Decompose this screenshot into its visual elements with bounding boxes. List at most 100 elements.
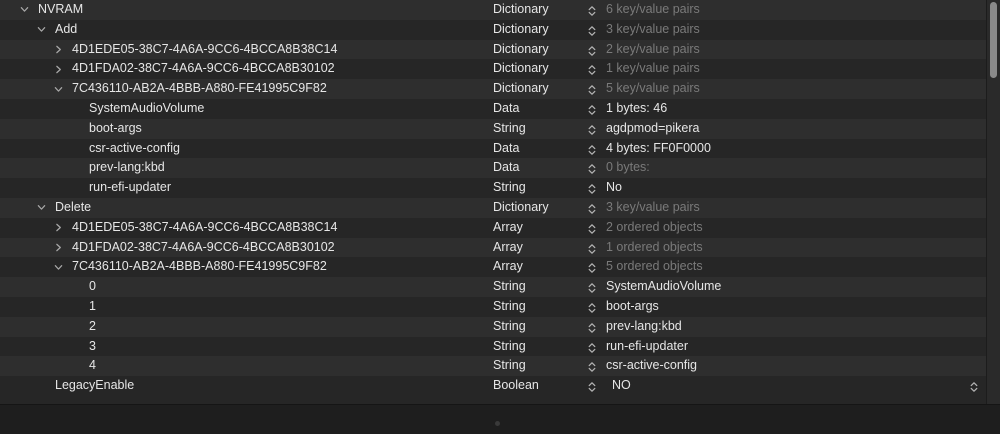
row-type[interactable]: Dictionary [493, 59, 549, 79]
row-key[interactable]: Add [55, 20, 77, 40]
chevron-right-icon[interactable] [52, 59, 64, 79]
row-key[interactable]: Delete [55, 198, 91, 218]
row-type[interactable]: Dictionary [493, 198, 549, 218]
plist-row[interactable]: SystemAudioVolume Data 1 bytes: 46 [0, 99, 986, 119]
plist-row[interactable]: csr-active-config Data 4 bytes: FF0F0000 [0, 139, 986, 159]
plist-row[interactable]: 3 String run-efi-updater [0, 337, 986, 357]
row-key[interactable]: 4D1EDE05-38C7-4A6A-9CC6-4BCCA8B38C14 [72, 40, 337, 60]
row-key[interactable]: SystemAudioVolume [89, 99, 204, 119]
row-type[interactable]: String [493, 119, 526, 139]
row-type[interactable]: Dictionary [493, 20, 549, 40]
type-stepper-icon[interactable] [588, 103, 596, 115]
plist-row[interactable]: 7C436110-AB2A-4BBB-A880-FE41995C9F82 Arra… [0, 257, 986, 277]
row-type[interactable]: Dictionary [493, 0, 549, 20]
type-stepper-icon[interactable] [588, 321, 596, 333]
plist-row[interactable]: 4D1EDE05-38C7-4A6A-9CC6-4BCCA8B38C14 Dict… [0, 39, 986, 60]
type-stepper-icon[interactable] [588, 24, 596, 36]
type-stepper-icon[interactable] [588, 242, 596, 254]
type-stepper-icon[interactable] [588, 63, 596, 76]
row-value[interactable]: 1 bytes: 46 [606, 99, 667, 119]
type-stepper-icon[interactable] [588, 301, 596, 313]
plist-row[interactable]: LegacyEnable Boolean NO [0, 376, 986, 396]
chevron-right-icon[interactable] [52, 40, 64, 60]
type-stepper-icon[interactable] [588, 360, 596, 373]
row-value[interactable]: prev-lang:kbd [606, 317, 682, 337]
row-type[interactable]: String [493, 297, 526, 317]
row-key[interactable]: 4D1FDA02-38C7-4A6A-9CC6-4BCCA8B30102 [72, 238, 335, 258]
chevron-down-icon[interactable] [35, 198, 47, 218]
chevron-down-icon[interactable] [52, 79, 64, 99]
plist-row[interactable]: 1 String boot-args [0, 297, 986, 317]
plist-row[interactable]: Delete Dictionary 3 key/value pairs [0, 198, 986, 218]
row-value[interactable]: csr-active-config [606, 356, 697, 376]
plist-row[interactable]: NVRAM Dictionary 6 key/value pairs [0, 0, 986, 20]
type-stepper-icon[interactable] [588, 44, 596, 56]
type-stepper-icon[interactable] [588, 261, 596, 274]
plist-row[interactable]: prev-lang:kbd Data 0 bytes: [0, 158, 986, 179]
row-value[interactable]: NO [612, 376, 631, 396]
type-stepper-icon[interactable] [588, 341, 596, 353]
row-type[interactable]: Array [493, 257, 523, 277]
row-key[interactable]: LegacyEnable [55, 376, 134, 396]
row-key[interactable]: csr-active-config [89, 139, 180, 159]
row-type[interactable]: Data [493, 158, 519, 178]
row-type[interactable]: String [493, 337, 526, 357]
type-stepper-icon[interactable] [588, 222, 596, 234]
chevron-down-icon[interactable] [35, 20, 47, 40]
row-key[interactable]: 2 [89, 317, 96, 337]
row-type[interactable]: Data [493, 99, 519, 119]
row-value[interactable]: No [606, 178, 622, 198]
type-stepper-icon[interactable] [588, 123, 596, 135]
row-key[interactable]: 1 [89, 297, 96, 317]
row-key[interactable]: boot-args [89, 119, 142, 139]
plist-row[interactable]: 4D1EDE05-38C7-4A6A-9CC6-4BCCA8B38C14 Arra… [0, 218, 986, 238]
row-type[interactable]: String [493, 178, 526, 198]
plist-row[interactable]: 0 String SystemAudioVolume [0, 277, 986, 297]
value-popup-stepper-icon[interactable] [970, 380, 978, 392]
chevron-right-icon[interactable] [52, 218, 64, 238]
row-type[interactable]: Boolean [493, 376, 539, 396]
row-value[interactable]: 4 bytes: FF0F0000 [606, 139, 711, 159]
type-stepper-icon[interactable] [588, 380, 596, 392]
type-stepper-icon[interactable] [588, 281, 596, 293]
row-type[interactable]: String [493, 277, 526, 297]
plist-row[interactable]: boot-args String agdpmod=pikera [0, 118, 986, 139]
chevron-right-icon[interactable] [52, 238, 64, 258]
row-key[interactable]: 3 [89, 337, 96, 357]
plist-row[interactable]: 4 String csr-active-config [0, 356, 986, 377]
row-key[interactable]: prev-lang:kbd [89, 158, 165, 178]
resize-handle-icon[interactable] [495, 421, 500, 426]
plist-outline-view[interactable]: NVRAM Dictionary 6 key/value pairs Add Dicti… [0, 0, 986, 404]
plist-row[interactable]: Add Dictionary 3 key/value pairs [0, 20, 986, 40]
type-stepper-icon[interactable] [588, 143, 596, 155]
row-key[interactable]: run-efi-updater [89, 178, 171, 198]
type-stepper-icon[interactable] [588, 182, 596, 194]
row-value[interactable]: run-efi-updater [606, 337, 688, 357]
type-stepper-icon[interactable] [588, 83, 596, 95]
row-type[interactable]: String [493, 356, 526, 376]
row-type[interactable]: Dictionary [493, 40, 549, 60]
chevron-down-icon[interactable] [18, 0, 30, 20]
row-key[interactable]: 4 [89, 356, 96, 376]
row-type[interactable]: Dictionary [493, 79, 549, 99]
scrollbar-thumb[interactable] [990, 2, 997, 78]
row-type[interactable]: Data [493, 139, 519, 159]
plist-row[interactable]: 4D1FDA02-38C7-4A6A-9CC6-4BCCA8B30102 Dict… [0, 59, 986, 79]
row-key[interactable]: NVRAM [38, 0, 83, 20]
row-key[interactable]: 4D1EDE05-38C7-4A6A-9CC6-4BCCA8B38C14 [72, 218, 337, 238]
row-value[interactable]: boot-args [606, 297, 659, 317]
type-stepper-icon[interactable] [588, 162, 596, 175]
row-value[interactable]: agdpmod=pikera [606, 119, 699, 139]
plist-row[interactable]: 2 String prev-lang:kbd [0, 316, 986, 337]
type-stepper-icon[interactable] [588, 4, 596, 16]
vertical-scrollbar[interactable] [986, 0, 1000, 404]
row-key[interactable]: 7C436110-AB2A-4BBB-A880-FE41995C9F82 [72, 257, 327, 277]
row-key[interactable]: 0 [89, 277, 96, 297]
chevron-down-icon[interactable] [52, 257, 64, 277]
row-value[interactable]: SystemAudioVolume [606, 277, 721, 297]
plist-row[interactable]: run-efi-updater String No [0, 178, 986, 198]
type-stepper-icon[interactable] [588, 202, 596, 214]
plist-row[interactable]: 4D1FDA02-38C7-4A6A-9CC6-4BCCA8B30102 Arra… [0, 237, 986, 258]
row-type[interactable]: String [493, 317, 526, 337]
row-key[interactable]: 7C436110-AB2A-4BBB-A880-FE41995C9F82 [72, 79, 327, 99]
